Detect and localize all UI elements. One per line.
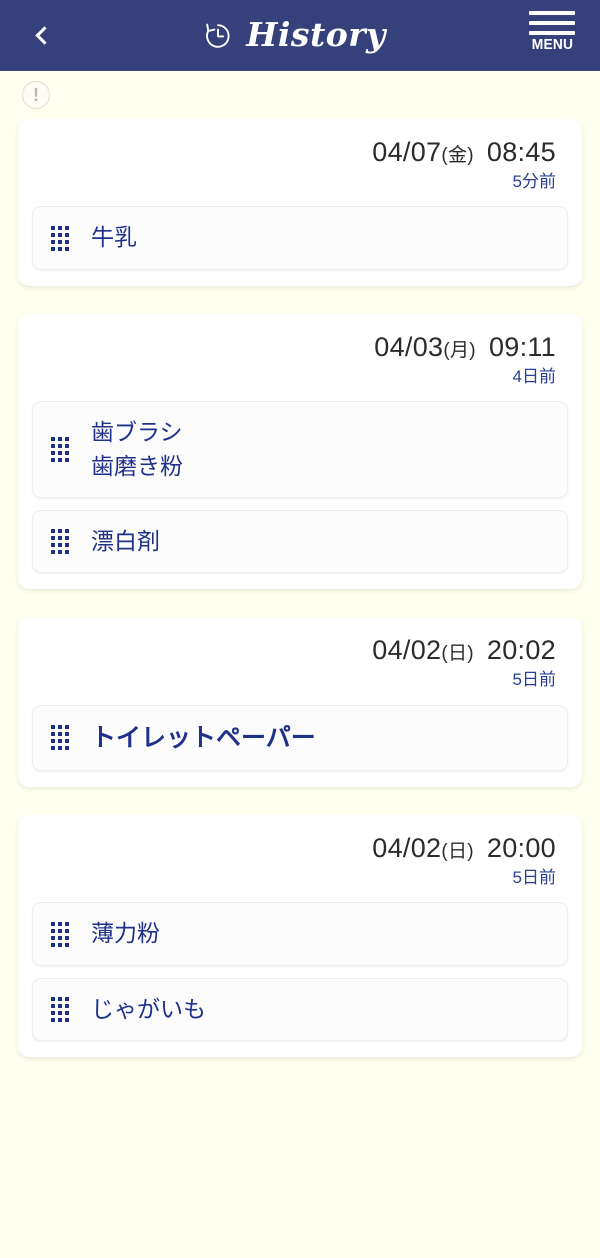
history-card-weekday: (月) [443, 339, 476, 361]
back-button[interactable] [20, 0, 64, 71]
history-card: 04/07(金) 08:45 5分前牛乳 [18, 119, 582, 286]
history-card: 04/02(日) 20:02 5日前トイレットペーパー [18, 617, 582, 787]
history-item-row[interactable]: 歯ブラシ 歯磨き粉 [32, 401, 568, 498]
exclamation-circle-icon[interactable]: ! [22, 81, 50, 109]
history-card-datetime: 04/02(日) 20:02 [32, 635, 556, 666]
history-card-header: 04/02(日) 20:02 5日前 [32, 629, 568, 692]
history-card-date: 04/03 [374, 331, 444, 362]
history-card-datetime: 04/02(日) 20:00 [32, 833, 556, 864]
drag-handle-icon[interactable] [51, 225, 69, 251]
drag-handle-icon[interactable] [51, 725, 69, 751]
page-title: History [202, 18, 386, 54]
history-item-row[interactable]: トイレットペーパー [32, 704, 568, 771]
history-list: ! 04/07(金) 08:45 5分前牛乳 04/03(月) 09:11 4日前歯ブラシ… [0, 71, 600, 1058]
history-clock-icon [202, 20, 234, 52]
app-header: History MENU [0, 0, 600, 71]
history-item-label: じゃがいも [91, 995, 206, 1022]
drag-handle-icon[interactable] [51, 437, 69, 463]
history-card-relative-time: 4日前 [512, 366, 556, 386]
history-card-header: 04/07(金) 08:45 5分前 [32, 131, 568, 194]
history-card-header: 04/02(日) 20:00 5日前 [32, 827, 568, 890]
history-card-relative-time: 5日前 [512, 670, 556, 690]
history-item-row[interactable]: 薄力粉 [32, 902, 568, 966]
history-item-label: 牛乳 [91, 224, 137, 251]
history-card: 04/03(月) 09:11 4日前歯ブラシ 歯磨き粉漂白剤 [18, 313, 582, 590]
history-card-time: 20:00 [486, 832, 556, 863]
history-card-date: 04/02 [372, 832, 442, 863]
history-card-header: 04/03(月) 09:11 4日前 [32, 326, 568, 389]
history-item-label: 薄力粉 [91, 920, 160, 947]
chevron-left-icon [35, 26, 54, 45]
history-card-date: 04/02 [372, 635, 442, 666]
history-card-relative-time: 5分前 [512, 172, 556, 192]
drag-handle-icon[interactable] [51, 921, 69, 947]
history-card-time: 09:11 [488, 331, 556, 362]
history-card-datetime: 04/07(金) 08:45 [32, 137, 556, 168]
history-item-row[interactable]: じゃがいも [32, 977, 568, 1042]
history-item-label: 歯ブラシ 歯磨き粉 [91, 419, 183, 479]
history-cards-container: 04/07(金) 08:45 5分前牛乳 04/03(月) 09:11 4日前歯ブラシ 歯… [18, 119, 582, 1058]
history-item-label: トイレットペーパー [91, 723, 316, 752]
drag-handle-icon[interactable] [51, 529, 69, 555]
history-card-time: 20:02 [486, 635, 556, 666]
history-card-date: 04/07 [372, 137, 442, 167]
history-card-datetime: 04/03(月) 09:11 [32, 332, 556, 363]
history-card-relative-time: 5日前 [512, 867, 556, 887]
drag-handle-icon[interactable] [51, 996, 69, 1022]
history-card-weekday: (日) [441, 643, 474, 665]
history-item-row[interactable]: 牛乳 [32, 206, 568, 270]
hamburger-icon [529, 6, 575, 35]
history-card-weekday: (金) [441, 145, 474, 166]
menu-button[interactable]: MENU [522, 6, 582, 53]
history-card-time: 08:45 [486, 137, 556, 167]
page-title-text: History [246, 14, 386, 54]
history-item-row[interactable]: 漂白剤 [32, 509, 568, 574]
history-card: 04/02(日) 20:00 5日前薄力粉じゃがいも [18, 814, 582, 1058]
menu-button-label: MENU [531, 36, 573, 53]
history-card-weekday: (日) [441, 840, 474, 862]
notice-row: ! [18, 71, 582, 119]
history-item-label: 漂白剤 [91, 527, 160, 554]
